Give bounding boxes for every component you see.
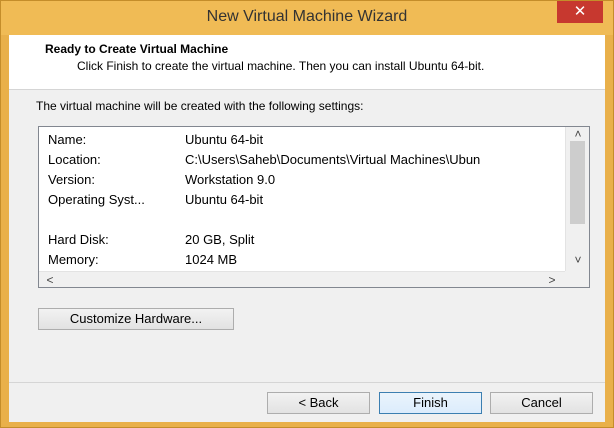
finish-button[interactable]: Finish <box>379 392 482 414</box>
page-title: Ready to Create Virtual Machine <box>45 42 229 56</box>
setting-key: Location: <box>48 152 101 167</box>
scroll-up-icon[interactable]: ˄ <box>569 127 587 141</box>
scroll-right-icon[interactable]: > <box>543 273 561 287</box>
setting-key: Memory: <box>48 252 99 267</box>
vertical-scrollbar[interactable]: ˄ ˅ <box>565 127 589 271</box>
settings-intro-text: The virtual machine will be created with… <box>36 99 364 113</box>
back-button[interactable]: < Back <box>267 392 370 414</box>
cancel-button[interactable]: Cancel <box>490 392 593 414</box>
wizard-header: Ready to Create Virtual Machine Click Fi… <box>9 35 605 90</box>
page-subtitle: Click Finish to create the virtual machi… <box>77 59 485 73</box>
customize-hardware-button[interactable]: Customize Hardware... <box>38 308 234 330</box>
wizard-window: New Virtual Machine Wizard ✕ Ready to Cr… <box>0 0 614 428</box>
setting-key: Hard Disk: <box>48 232 109 247</box>
setting-value: 20 GB, Split <box>185 232 255 247</box>
setting-value: Workstation 9.0 <box>185 172 276 187</box>
scrollbar-corner <box>565 271 589 287</box>
setting-key: Name: <box>48 132 87 147</box>
footer-divider <box>9 382 605 383</box>
scroll-left-icon[interactable]: < <box>41 273 59 287</box>
title-bar[interactable]: New Virtual Machine Wizard ✕ <box>1 1 613 35</box>
setting-key: Version: <box>48 172 95 187</box>
close-icon: ✕ <box>573 3 587 20</box>
settings-rows: Name: Ubuntu 64-bit Location: C:\Users\S… <box>39 127 565 272</box>
window-title: New Virtual Machine Wizard <box>206 8 408 25</box>
scroll-down-icon[interactable]: ˅ <box>569 253 587 267</box>
vertical-scroll-thumb[interactable] <box>570 141 585 224</box>
setting-value: Ubuntu 64-bit <box>185 192 264 207</box>
setting-value: Ubuntu 64-bit <box>185 132 264 147</box>
setting-value: C:\Users\Saheb\Documents\Virtual Machine… <box>185 152 481 167</box>
setting-key: Operating Syst... <box>48 192 145 207</box>
close-button[interactable]: ✕ <box>557 1 603 23</box>
wizard-body: Ready to Create Virtual Machine Click Fi… <box>9 35 605 422</box>
settings-list[interactable]: Name: Ubuntu 64-bit Location: C:\Users\S… <box>38 126 590 288</box>
setting-value: 1024 MB <box>185 252 238 267</box>
horizontal-scrollbar[interactable]: < > <box>39 271 565 287</box>
